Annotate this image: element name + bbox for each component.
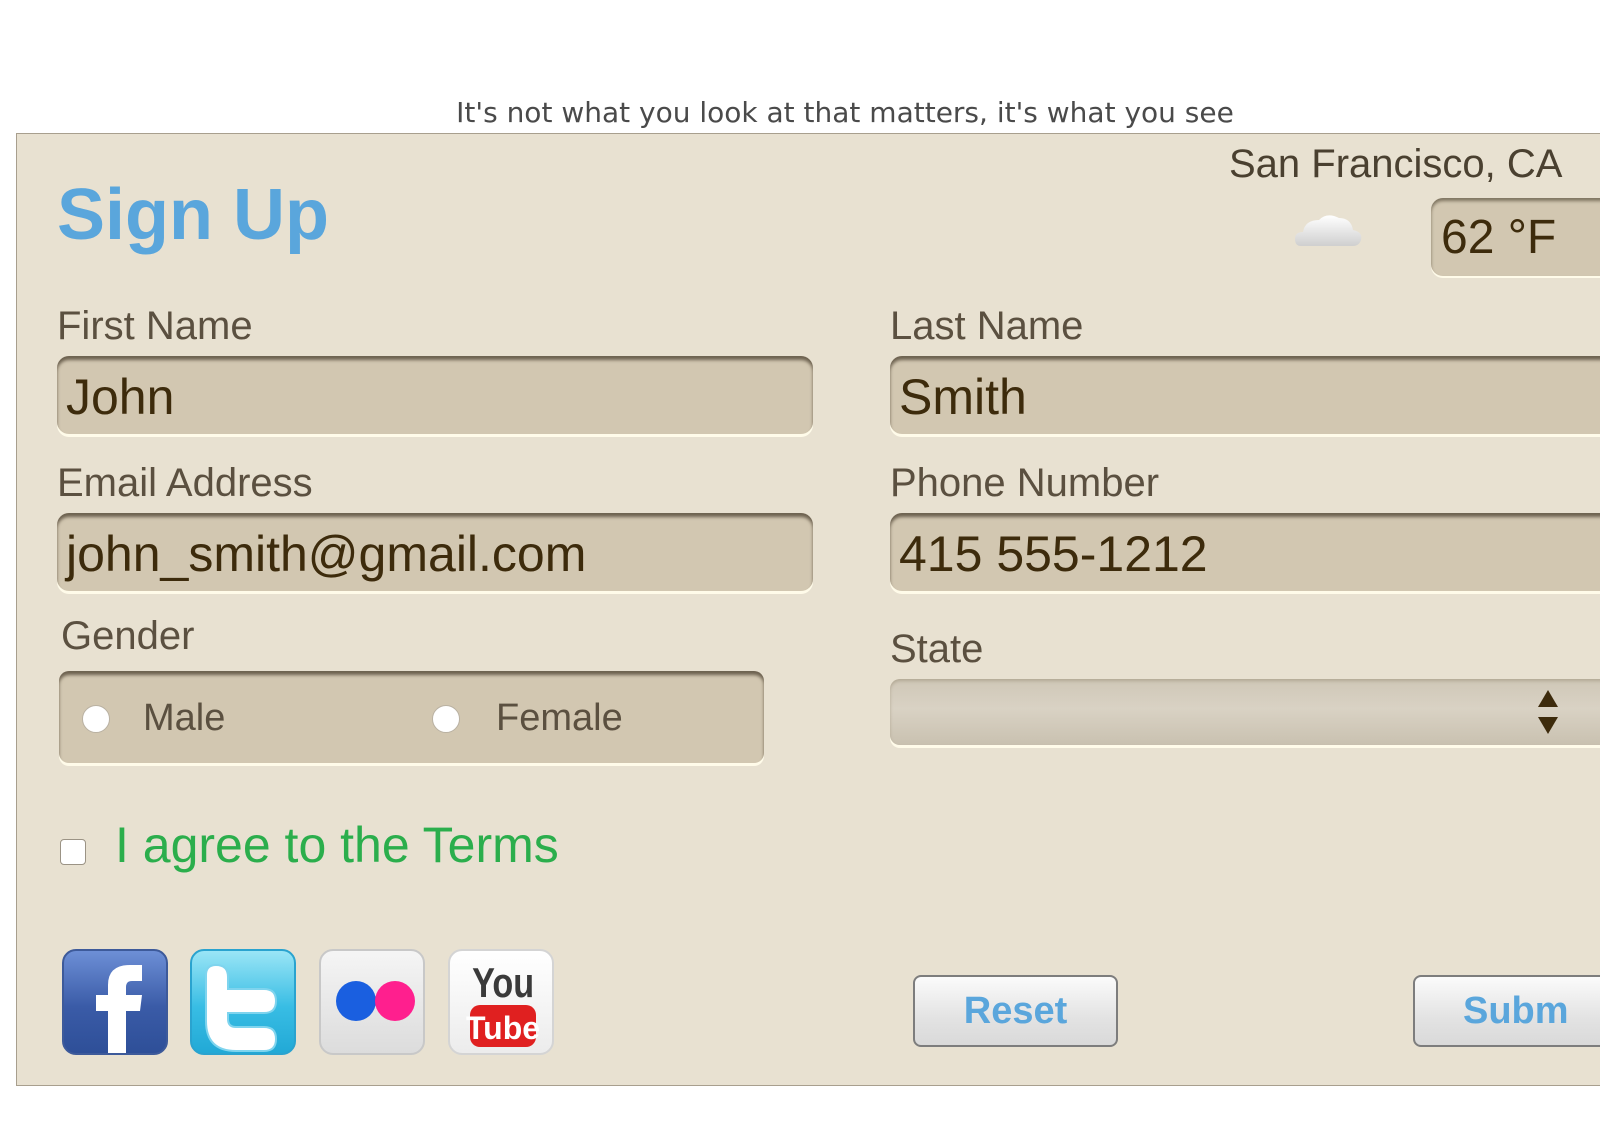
gender-group: Male Female [59,671,764,763]
state-label: State [890,627,984,671]
gender-male-radio[interactable] [82,705,110,733]
youtube-icon[interactable]: You Tube [448,949,554,1055]
temperature-display: 62 °F [1431,198,1600,276]
signup-panel: Sign Up San Francisco, CA 62 °F First Na… [16,133,1600,1086]
svg-text:You: You [472,960,534,1007]
reset-button[interactable]: Reset [913,975,1118,1047]
email-label: Email Address [57,461,313,505]
svg-text:Tube: Tube [466,1010,540,1046]
gender-female-radio[interactable] [432,705,460,733]
gender-female-label[interactable]: Female [496,697,623,740]
terms-checkbox[interactable] [60,839,86,865]
facebook-icon[interactable] [62,949,168,1055]
cloud-icon [1295,215,1362,246]
flickr-icon[interactable] [319,949,425,1055]
twitter-icon[interactable] [190,949,296,1055]
terms-label[interactable]: I agree to the Terms [115,816,559,874]
last-name-input[interactable]: Smith [890,356,1600,434]
last-name-label: Last Name [890,304,1084,348]
phone-label: Phone Number [890,461,1160,505]
gender-male-label[interactable]: Male [143,697,225,740]
first-name-label: First Name [57,304,253,348]
gender-label: Gender [61,614,195,658]
state-select[interactable] [890,679,1600,745]
email-input[interactable]: john_smith@gmail.com [57,513,813,591]
first-name-input[interactable]: John [57,356,813,434]
select-arrows-icon [1538,690,1558,734]
tagline: It's not what you look at that matters, … [456,96,1234,129]
page-title: Sign Up [57,175,329,255]
weather-location: San Francisco, CA [1229,142,1563,186]
phone-input[interactable]: 415 555-1212 [890,513,1600,591]
submit-button[interactable]: Subm [1413,975,1600,1047]
